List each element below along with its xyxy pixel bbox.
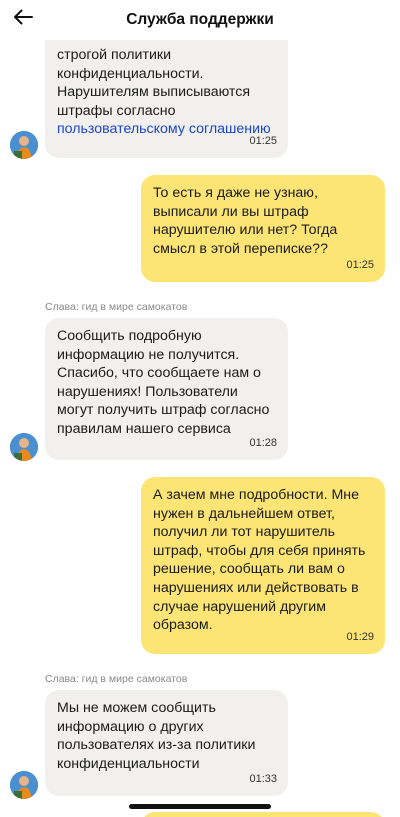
sender-name: Слава: гид в мире самокатов (45, 673, 188, 685)
message-text: Сообщить подробную информацию не получит… (57, 328, 270, 437)
message-bubble-outgoing[interactable]: То есть я даже не узнаю, выписали ли вы … (141, 175, 385, 282)
message-text: Мы не можем сообщить информацию о других… (57, 700, 256, 772)
page-title: Служба поддержки (126, 11, 274, 28)
message-bubble-incoming[interactable]: строгой политики конфиденциальности. Нар… (45, 22, 288, 158)
support-avatar (10, 131, 38, 159)
home-indicator[interactable] (129, 804, 271, 809)
message-text: То есть я даже не узнаю, выписали ли вы … (153, 185, 338, 257)
top-bar: Служба поддержки (0, 0, 400, 40)
message-text: А зачем мне подробности. Мне нужен в дал… (153, 487, 366, 634)
message-bubble-outgoing-partial (141, 812, 385, 817)
message-bubble-incoming[interactable]: Сообщить подробную информацию не получит… (45, 318, 288, 460)
message-text: строгой политики конфиденциальности. Нар… (57, 47, 251, 119)
message-time: 01:28 (249, 437, 277, 450)
user-agreement-link[interactable]: пользовательскому соглашению (57, 121, 271, 137)
message-bubble-outgoing[interactable]: А зачем мне подробности. Мне нужен в дал… (141, 477, 385, 654)
message-bubble-incoming[interactable]: Мы не можем сообщить информацию о других… (45, 690, 288, 796)
support-avatar (10, 433, 38, 461)
message-time: 01:29 (346, 631, 374, 644)
message-time: 01:25 (346, 259, 374, 272)
message-time: 01:25 (249, 135, 277, 148)
message-time: 01:33 (249, 773, 277, 786)
chat-messages[interactable]: строгой политики конфиденциальности. Нар… (0, 0, 400, 817)
sender-name: Слава: гид в мире самокатов (45, 301, 188, 313)
support-avatar (10, 771, 38, 799)
